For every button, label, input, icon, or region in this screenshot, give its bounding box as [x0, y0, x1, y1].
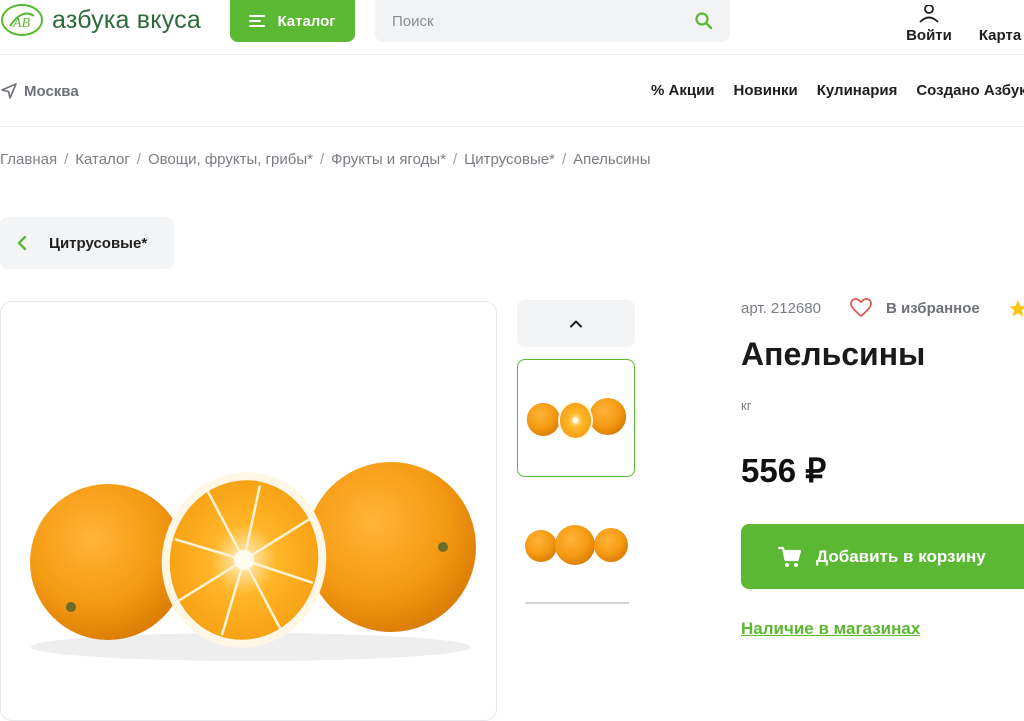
card-label: Карта — [978, 27, 1022, 44]
breadcrumb: Главная / Каталог / Овощи, фрукты, грибы* / Фр… — [0, 151, 651, 168]
oranges-image — [30, 462, 476, 661]
product-sku: арт. 212680 — [741, 300, 821, 317]
breadcrumb-item[interactable]: Фрукты и ягоды* — [331, 151, 446, 168]
logo-text: азбука вкуса — [52, 5, 201, 34]
chevron-up-icon — [570, 320, 582, 328]
nav-item-cooking[interactable]: Кулинария — [817, 82, 898, 99]
breadcrumb-item[interactable]: Цитрусовые* — [464, 151, 555, 168]
menu-icon — [249, 15, 266, 27]
add-to-favorites-button[interactable]: В избранное — [850, 298, 980, 318]
chevron-left-icon — [17, 235, 27, 251]
user-icon — [919, 5, 939, 23]
logo-mark-text: AB — [12, 16, 31, 31]
heart-icon — [850, 298, 872, 317]
main-nav: % Акции Новинки Кулинария Создано Азбуко… — [651, 82, 1024, 99]
store-availability-link[interactable]: Наличие в магазинах — [741, 619, 920, 639]
product-thumbnail[interactable] — [517, 490, 635, 608]
login-button[interactable]: Войти — [900, 0, 958, 44]
login-label: Войти — [906, 27, 952, 44]
search-bar — [375, 0, 730, 42]
product-unit: кг — [741, 398, 752, 413]
add-to-cart-button[interactable]: Добавить в корзину — [741, 524, 1024, 589]
logo[interactable]: AB азбука вкуса — [0, 0, 201, 40]
header-divider — [0, 54, 1024, 55]
breadcrumb-item[interactable]: Овощи, фрукты, грибы* — [148, 151, 313, 168]
subnav-divider — [0, 126, 1024, 127]
city-selector[interactable]: Москва — [0, 82, 79, 100]
nav-item-promotions[interactable]: % Акции — [651, 82, 715, 99]
product-main-image[interactable] — [0, 301, 497, 721]
back-to-category-button[interactable]: Цитрусовые* — [0, 217, 174, 269]
search-input[interactable] — [375, 11, 684, 31]
back-label: Цитрусовые* — [49, 234, 148, 252]
product-title: Апельсины — [741, 336, 926, 372]
logo-mark-icon: AB — [1, 4, 43, 36]
cart-icon — [778, 546, 802, 567]
product-price: 556 ₽ — [741, 452, 827, 489]
breadcrumb-current: Апельсины — [573, 151, 651, 168]
favorites-label: В избранное — [886, 299, 980, 317]
search-icon[interactable] — [694, 11, 714, 31]
breadcrumb-item[interactable]: Каталог — [75, 151, 130, 168]
nav-item-new[interactable]: Новинки — [734, 82, 798, 99]
thumbnail-oranges-image — [526, 398, 627, 440]
thumbnail-oranges-whole-image — [525, 525, 629, 604]
catalog-button-label: Каталог — [277, 12, 336, 30]
nav-item-own-brand[interactable]: Создано Азбукой — [916, 82, 1024, 99]
city-label: Москва — [24, 82, 79, 100]
catalog-button[interactable]: Каталог — [230, 0, 355, 42]
location-arrow-icon — [1, 83, 17, 99]
product-thumbnail-active[interactable] — [517, 359, 635, 477]
breadcrumb-item[interactable]: Главная — [0, 151, 57, 168]
add-to-cart-label: Добавить в корзину — [816, 546, 986, 566]
star-icon[interactable] — [1008, 299, 1024, 319]
loyalty-card-link[interactable]: Карта — [970, 0, 1024, 44]
thumbnails-up-button[interactable] — [517, 300, 635, 347]
